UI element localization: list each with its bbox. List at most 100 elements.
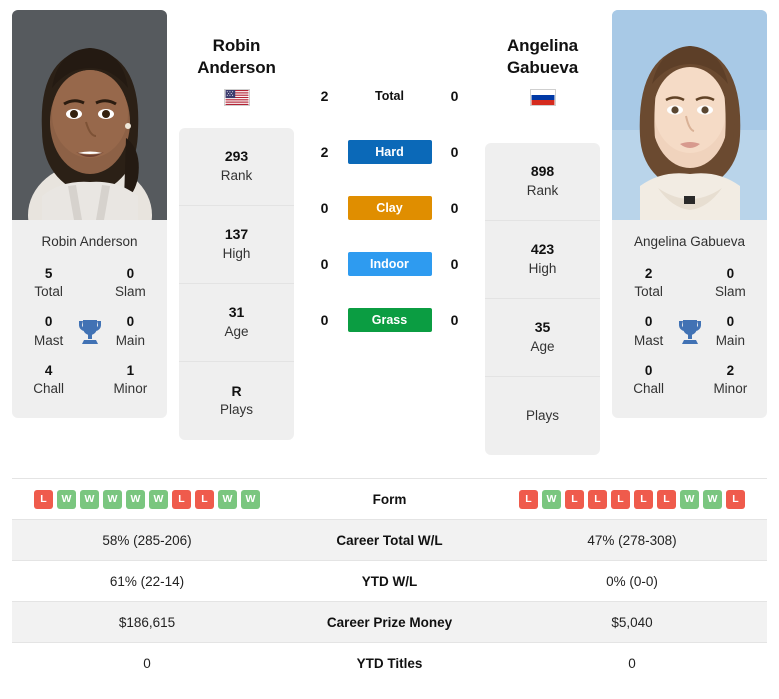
right-titles-row-1: 2 Total 0 Slam <box>618 259 761 307</box>
right-form-cell: LWLLLLLWWL <box>497 478 767 520</box>
form-badge-win[interactable]: W <box>103 489 122 509</box>
form-badge-loss[interactable]: L <box>726 489 745 509</box>
right-player-card[interactable]: Angelina Gabueva 2 Total 0 Slam 0 Mast 0… <box>612 10 767 419</box>
form-badge-win[interactable]: W <box>680 489 699 509</box>
right-age-cell: 35 Age <box>485 299 600 377</box>
left-minor-titles: 1 Minor <box>113 362 148 397</box>
form-badge-loss[interactable]: L <box>195 489 214 509</box>
form-badge-win[interactable]: W <box>218 489 237 509</box>
right-player-summary: Angelina Gabueva 898 Rank 423 High 35 Ag… <box>485 10 600 480</box>
form-badge-loss[interactable]: L <box>657 489 676 509</box>
left-career-prize: $186,615 <box>12 601 282 643</box>
right-total-titles: 2 Total <box>634 266 663 300</box>
left-rank-cell: 293 Rank <box>179 128 294 206</box>
form-badge-win[interactable]: W <box>241 489 260 509</box>
h2h-right-score: 0 <box>450 200 459 216</box>
form-badge-win[interactable]: W <box>57 489 76 509</box>
left-career-wl: 58% (285-206) <box>12 519 282 561</box>
row-label-career-wl: Career Total W/L <box>282 519 497 561</box>
surface-badge-indoor[interactable]: Indoor <box>347 252 432 276</box>
head-to-head-column: 2 Total 0 2 Hard 0 0 Clay 0 0 Indoor 0 0… <box>294 10 485 348</box>
right-slam-titles: 0 Slam <box>714 266 746 300</box>
left-titles-row-2: 0 Mast 0 Main <box>18 307 161 355</box>
left-player-name-block[interactable]: Robin Anderson <box>179 35 294 106</box>
form-badge-win[interactable]: W <box>542 489 561 509</box>
form-badge-loss[interactable]: L <box>519 489 538 509</box>
left-titles-row-1: 5 Total 0 Slam <box>18 259 161 307</box>
left-masters-titles: 0 Mast <box>34 314 64 348</box>
trophy-icon <box>73 318 105 346</box>
h2h-row: 0 Clay 0 <box>294 180 485 236</box>
h2h-left-score: 2 <box>320 144 329 160</box>
h2h-left-score: 0 <box>320 200 329 216</box>
right-minor-titles: 2 Minor <box>713 362 748 397</box>
right-masters-titles: 0 Mast <box>634 314 664 348</box>
form-badge-win[interactable]: W <box>703 489 722 509</box>
form-badge-win[interactable]: W <box>149 489 168 509</box>
left-total-titles: 5 Total <box>34 266 63 300</box>
us-flag-icon <box>223 88 250 106</box>
h2h-row: 0 Indoor 0 <box>294 236 485 292</box>
surface-badge-hard[interactable]: Hard <box>347 140 432 164</box>
form-badge-loss[interactable]: L <box>634 489 653 509</box>
left-player-caption: Robin Anderson <box>41 234 138 249</box>
left-form-cell: LWWWWWLLWW <box>12 478 282 520</box>
left-ytd-titles: 0 <box>12 642 282 684</box>
left-slam-titles: 0 Slam <box>114 266 146 300</box>
h2h-right-score: 0 <box>450 312 459 328</box>
left-player-name-line2: Anderson <box>197 57 276 77</box>
comparison-stats-table: LWWWWWLLWW Form LWLLLLLWWL 58% (285-206)… <box>12 478 767 684</box>
right-player-name-line1: Angelina <box>507 36 578 55</box>
h2h-left-score: 0 <box>320 256 329 272</box>
form-badge-loss[interactable]: L <box>172 489 191 509</box>
row-label-career-prize: Career Prize Money <box>282 601 497 643</box>
left-titles-row-3: 4 Chall 1 Minor <box>18 356 161 404</box>
trophy-icon <box>673 318 705 346</box>
right-titles-row-3: 0 Chall 2 Minor <box>618 356 761 404</box>
h2h-label-total: Total <box>375 89 404 103</box>
form-badge-loss[interactable]: L <box>34 489 53 509</box>
right-main-titles: 0 Main <box>715 314 745 348</box>
right-player-name-line2: Gabueva <box>506 57 579 77</box>
form-badge-win[interactable]: W <box>80 489 99 509</box>
row-label-ytd-titles: YTD Titles <box>282 642 497 684</box>
form-badge-loss[interactable]: L <box>611 489 630 509</box>
right-titles-stats: 2 Total 0 Slam 0 Mast 0 Main 0 Chall 2 M… <box>612 249 767 418</box>
right-ytd-titles: 0 <box>497 642 767 684</box>
right-career-wl: 47% (278-308) <box>497 519 767 561</box>
player-comparison-header: Robin Anderson 5 Total 0 Slam 0 Mast 0 M… <box>0 0 779 470</box>
left-plays-cell: R Plays <box>219 382 253 418</box>
form-badge-loss[interactable]: L <box>565 489 584 509</box>
surface-badge-grass[interactable]: Grass <box>347 308 432 332</box>
ru-flag-icon <box>529 88 556 106</box>
right-form-badges: LWLLLLLWWL <box>497 489 767 509</box>
table-row: 61% (22-14) YTD W/L 0% (0-0) <box>12 560 767 602</box>
left-main-titles: 0 Main <box>115 314 145 348</box>
right-player-photo <box>612 10 767 220</box>
right-plays-cell: Plays <box>525 407 559 423</box>
h2h-row: 0 Grass 0 <box>294 292 485 348</box>
right-rank-card: 898 Rank 423 High 35 Age Plays <box>485 143 600 455</box>
right-high-cell: 423 High <box>485 221 600 299</box>
surface-badge-clay[interactable]: Clay <box>347 196 432 220</box>
left-player-card[interactable]: Robin Anderson 5 Total 0 Slam 0 Mast 0 M… <box>12 10 167 419</box>
h2h-left-score: 2 <box>320 88 329 104</box>
right-career-prize: $5,040 <box>497 601 767 643</box>
right-ytd-wl: 0% (0-0) <box>497 560 767 602</box>
form-badge-win[interactable]: W <box>126 489 145 509</box>
table-row: $186,615 Career Prize Money $5,040 <box>12 601 767 643</box>
right-player-name-block[interactable]: Angelina Gabueva <box>485 35 600 106</box>
h2h-left-score: 0 <box>320 312 329 328</box>
table-row: 0 YTD Titles 0 <box>12 642 767 684</box>
right-player-caption: Angelina Gabueva <box>633 234 746 249</box>
h2h-row: 2 Hard 0 <box>294 124 485 180</box>
left-ytd-wl: 61% (22-14) <box>12 560 282 602</box>
left-rank-card: 293 Rank 137 High 31 Age R Plays <box>179 128 294 440</box>
row-label-ytd-wl: YTD W/L <box>282 560 497 602</box>
h2h-right-score: 0 <box>450 88 459 104</box>
left-high-cell: 137 High <box>179 206 294 284</box>
h2h-right-score: 0 <box>450 256 459 272</box>
form-badge-loss[interactable]: L <box>588 489 607 509</box>
left-age-cell: 31 Age <box>179 284 294 362</box>
row-label-form: Form <box>282 478 497 520</box>
